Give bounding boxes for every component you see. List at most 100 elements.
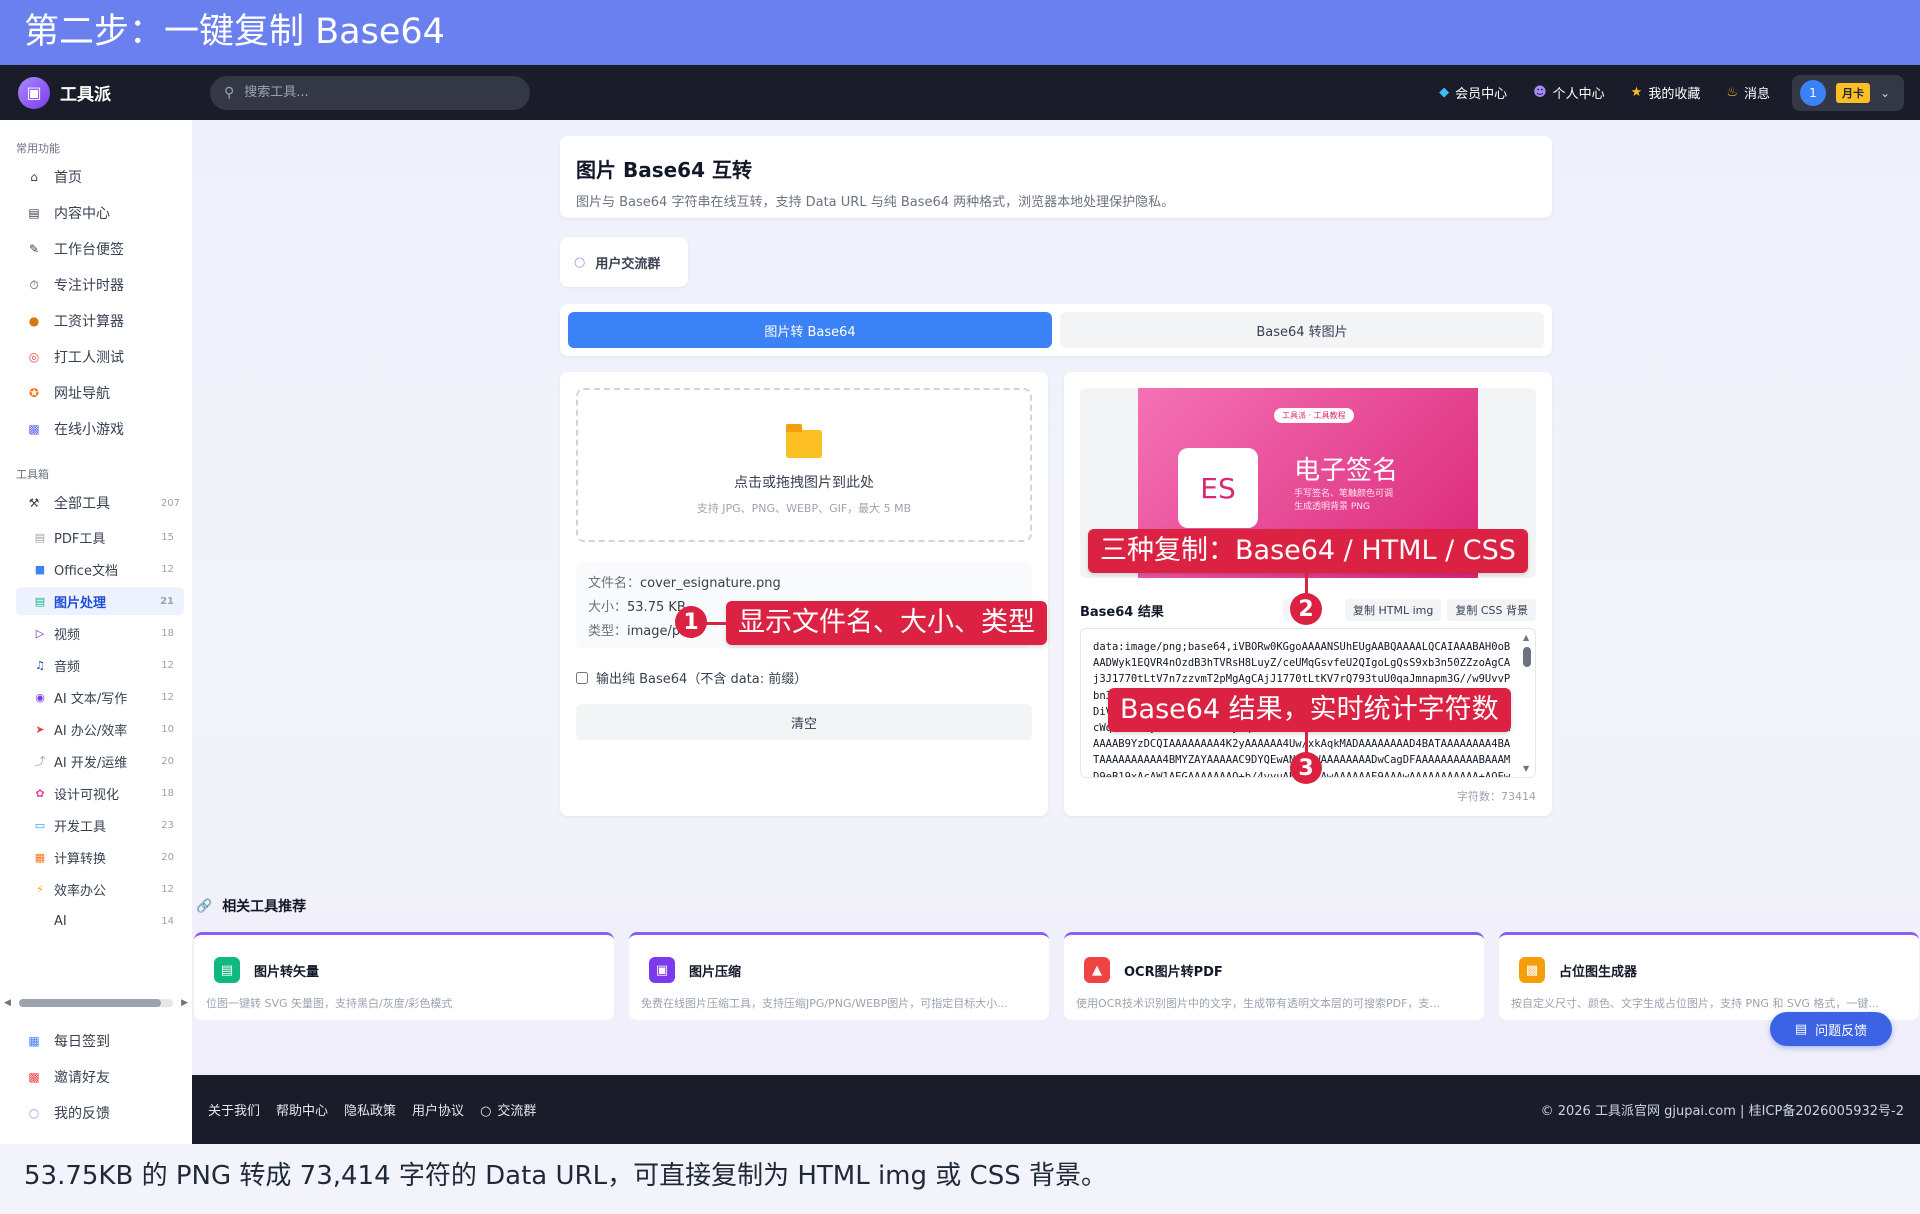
timer-icon: ⏱ — [29, 277, 39, 292]
note-icon: ✎ — [28, 242, 40, 256]
scroll-track[interactable] — [18, 999, 174, 1007]
pure-base64-option[interactable]: 输出纯 Base64（不含 data: 前缀） — [576, 668, 807, 687]
sidebar-category-office[interactable]: ■ Office文档 12 — [16, 555, 184, 583]
tab-image-to-base64[interactable]: 图片转 Base64 — [568, 312, 1052, 348]
sidebar-item-label: 每日签到 — [54, 1034, 110, 1050]
sidebar-item-label: 内容中心 — [54, 206, 110, 222]
footer-chat-label: 交流群 — [497, 1104, 537, 1119]
tools-icon: ⚒ — [28, 496, 40, 510]
search-bar[interactable]: ⚲ — [210, 75, 530, 110]
related-card-image-to-vector[interactable]: ▤ 图片转矢量 位图一键转 SVG 矢量图，支持黑白/灰度/彩色模式 — [194, 932, 614, 1020]
user-menu[interactable]: 1 月卡 ⌄ — [1792, 74, 1904, 111]
chat-group-button[interactable]: ○ 用户交流群 — [560, 237, 688, 287]
sidebar-category-image[interactable]: ▤ 图片处理 21 — [16, 587, 184, 615]
category-label: 效率办公 — [54, 883, 107, 899]
annotation-1-connector — [706, 622, 728, 625]
scroll-thumb[interactable] — [18, 999, 161, 1007]
copy-html-img-button[interactable]: 复制 HTML img — [1345, 599, 1442, 621]
upload-dropzone[interactable]: 点击或拖拽图片到此处 支持 JPG、PNG、WEBP、GIF，最大 5 MB — [576, 388, 1032, 542]
star-icon: ★ — [1630, 85, 1643, 100]
nav-label: 消息 — [1743, 87, 1770, 102]
sidebar-category-audio[interactable]: ♫ 音频 12 — [16, 651, 184, 679]
scroll-up-icon[interactable]: ▲ — [1523, 633, 1529, 642]
document-icon: ▤ — [1794, 1021, 1808, 1037]
pure-base64-checkbox[interactable] — [576, 671, 588, 684]
main-content: 图片 Base64 互转 图片与 Base64 字符串在线互转，支持 Data … — [192, 120, 1920, 1075]
category-count: 10 — [161, 723, 174, 735]
tab-base64-to-image[interactable]: Base64 转图片 — [1060, 312, 1544, 348]
category-label: AI 开发/运维 — [54, 755, 128, 771]
sidebar-item-my-feedback[interactable]: ○ 我的反馈 — [16, 1098, 184, 1128]
cover-subtitle-2: 生成透明背景 PNG — [1294, 502, 1370, 512]
annotation-3-label: Base64 结果，实时统计字符数 — [1108, 688, 1511, 732]
rocket-icon: ➤ — [35, 722, 45, 736]
footer-link-about[interactable]: 关于我们 — [208, 1100, 260, 1119]
filesize-label: 大小： — [588, 600, 628, 615]
sidebar-category-ai-writing[interactable]: ◉ AI 文本/写作 12 — [16, 683, 184, 711]
nav-personal-center[interactable]: ☻ 个人中心 — [1533, 83, 1605, 102]
copy-css-bg-button[interactable]: 复制 CSS 背景 — [1447, 599, 1536, 621]
related-card-desc: 免费在线图片压缩工具，支持压缩JPG/PNG/WEBP图片，可指定目标大小... — [641, 997, 1008, 1010]
sidebar-item-worker-test[interactable]: ◎ 打工人测试 — [16, 342, 184, 372]
sidebar-category-calc[interactable]: ▦ 计算转换 20 — [16, 843, 184, 871]
annotation-1-label: 显示文件名、大小、类型 — [726, 601, 1047, 645]
category-count: 12 — [161, 691, 174, 703]
sidebar-item-content-center[interactable]: ▤ 内容中心 — [16, 198, 184, 228]
lightning-icon: ⚡ — [36, 882, 44, 896]
sidebar-category-efficiency[interactable]: ⚡ 效率办公 12 — [16, 875, 184, 903]
scroll-right-icon[interactable]: ▶ — [181, 998, 188, 1008]
search-input[interactable] — [244, 85, 505, 100]
sidebar-item-label: 打工人测试 — [54, 350, 124, 366]
logo[interactable]: ▣ 工具派 — [18, 76, 188, 109]
sidebar-category-pdf[interactable]: ▤ PDF工具 15 — [16, 523, 184, 551]
related-tools-title: 相关工具推荐 — [222, 899, 307, 915]
related-card-title: 占位图生成器 — [1559, 965, 1638, 980]
gift-icon: ▩ — [28, 1070, 40, 1084]
pdf-icon: ▤ — [34, 530, 46, 544]
page-header-card: 图片 Base64 互转 图片与 Base64 字符串在线互转，支持 Data … — [560, 136, 1552, 218]
footer-link-privacy[interactable]: 隐私政策 — [344, 1100, 396, 1119]
related-card-placeholder-gen[interactable]: ▩ 占位图生成器 按自定义尺寸、颜色、文字生成占位图片，支持 PNG 和 SVG… — [1499, 932, 1919, 1020]
footer-link-terms[interactable]: 用户协议 — [412, 1100, 464, 1119]
feedback-button[interactable]: ▤ 问题反馈 — [1770, 1012, 1892, 1046]
clear-button[interactable]: 清空 — [576, 704, 1032, 740]
scroll-down-icon[interactable]: ▼ — [1523, 764, 1529, 773]
sidebar-item-invite[interactable]: ▩ 邀请好友 — [16, 1062, 184, 1092]
speech-icon: ○ — [28, 1106, 40, 1120]
bell-icon: ♨ — [1726, 85, 1738, 100]
nav-messages[interactable]: ♨ 消息 — [1726, 83, 1770, 102]
sidebar-horizontal-scrollbar[interactable]: ◀ ▶ — [4, 997, 188, 1009]
sidebar-item-url-nav[interactable]: ✪ 网址导航 — [16, 378, 184, 408]
sidebar-item-mini-games[interactable]: ▩ 在线小游戏 — [16, 414, 184, 444]
palette-icon: ✿ — [35, 786, 45, 800]
scroll-left-icon[interactable]: ◀ — [4, 998, 11, 1008]
sidebar-item-notes[interactable]: ✎ 工作台便签 — [16, 234, 184, 264]
category-count: 15 — [161, 531, 174, 543]
sidebar-item-home[interactable]: ⌂ 首页 — [16, 162, 184, 192]
sidebar-category-dev-tools[interactable]: ▭ 开发工具 23 — [16, 811, 184, 839]
result-scrollbar[interactable]: ▲ ▼ — [1522, 633, 1532, 773]
compass-icon: ✪ — [28, 386, 40, 400]
scroll-thumb[interactable] — [1523, 647, 1531, 667]
footer-link-help[interactable]: 帮助中心 — [276, 1100, 328, 1119]
sidebar-item-focus-timer[interactable]: ⏱ 专注计时器 — [16, 270, 184, 300]
category-label: 图片处理 — [54, 595, 107, 611]
sidebar-item-salary-calculator[interactable]: ● 工资计算器 — [16, 306, 184, 336]
annotation-3-number: 3 — [1290, 752, 1322, 784]
sidebar-item-label: 邀请好友 — [54, 1070, 110, 1086]
related-card-title: 图片转矢量 — [254, 965, 320, 980]
sidebar-item-all-tools[interactable]: ⚒ 全部工具 207 — [16, 488, 184, 518]
cover-es-badge: ES — [1178, 448, 1258, 528]
sidebar-category-ai[interactable]: AI 14 — [16, 907, 184, 935]
sidebar-category-design[interactable]: ✿ 设计可视化 18 — [16, 779, 184, 807]
nav-favorites[interactable]: ★ 我的收藏 — [1631, 83, 1701, 102]
sidebar-category-ai-dev[interactable]: ⤴ AI 开发/运维 20 — [16, 747, 184, 775]
footer-link-chat[interactable]: ○ 交流群 — [480, 1100, 536, 1119]
sidebar-category-video[interactable]: ▷ 视频 18 — [16, 619, 184, 647]
sidebar-category-ai-office[interactable]: ➤ AI 办公/效率 10 — [16, 715, 184, 743]
tool-count: 207 — [160, 497, 180, 509]
sidebar-item-daily-checkin[interactable]: ▦ 每日签到 — [16, 1026, 184, 1056]
nav-member-center[interactable]: ◆ 会员中心 — [1439, 83, 1507, 102]
related-card-ocr-pdf[interactable]: ▲ OCR图片转PDF 使用OCR技术识别图片中的文字，生成带有透明文本层的可搜… — [1064, 932, 1484, 1020]
related-card-image-compress[interactable]: ▣ 图片压缩 免费在线图片压缩工具，支持压缩JPG/PNG/WEBP图片，可指定… — [629, 932, 1049, 1020]
